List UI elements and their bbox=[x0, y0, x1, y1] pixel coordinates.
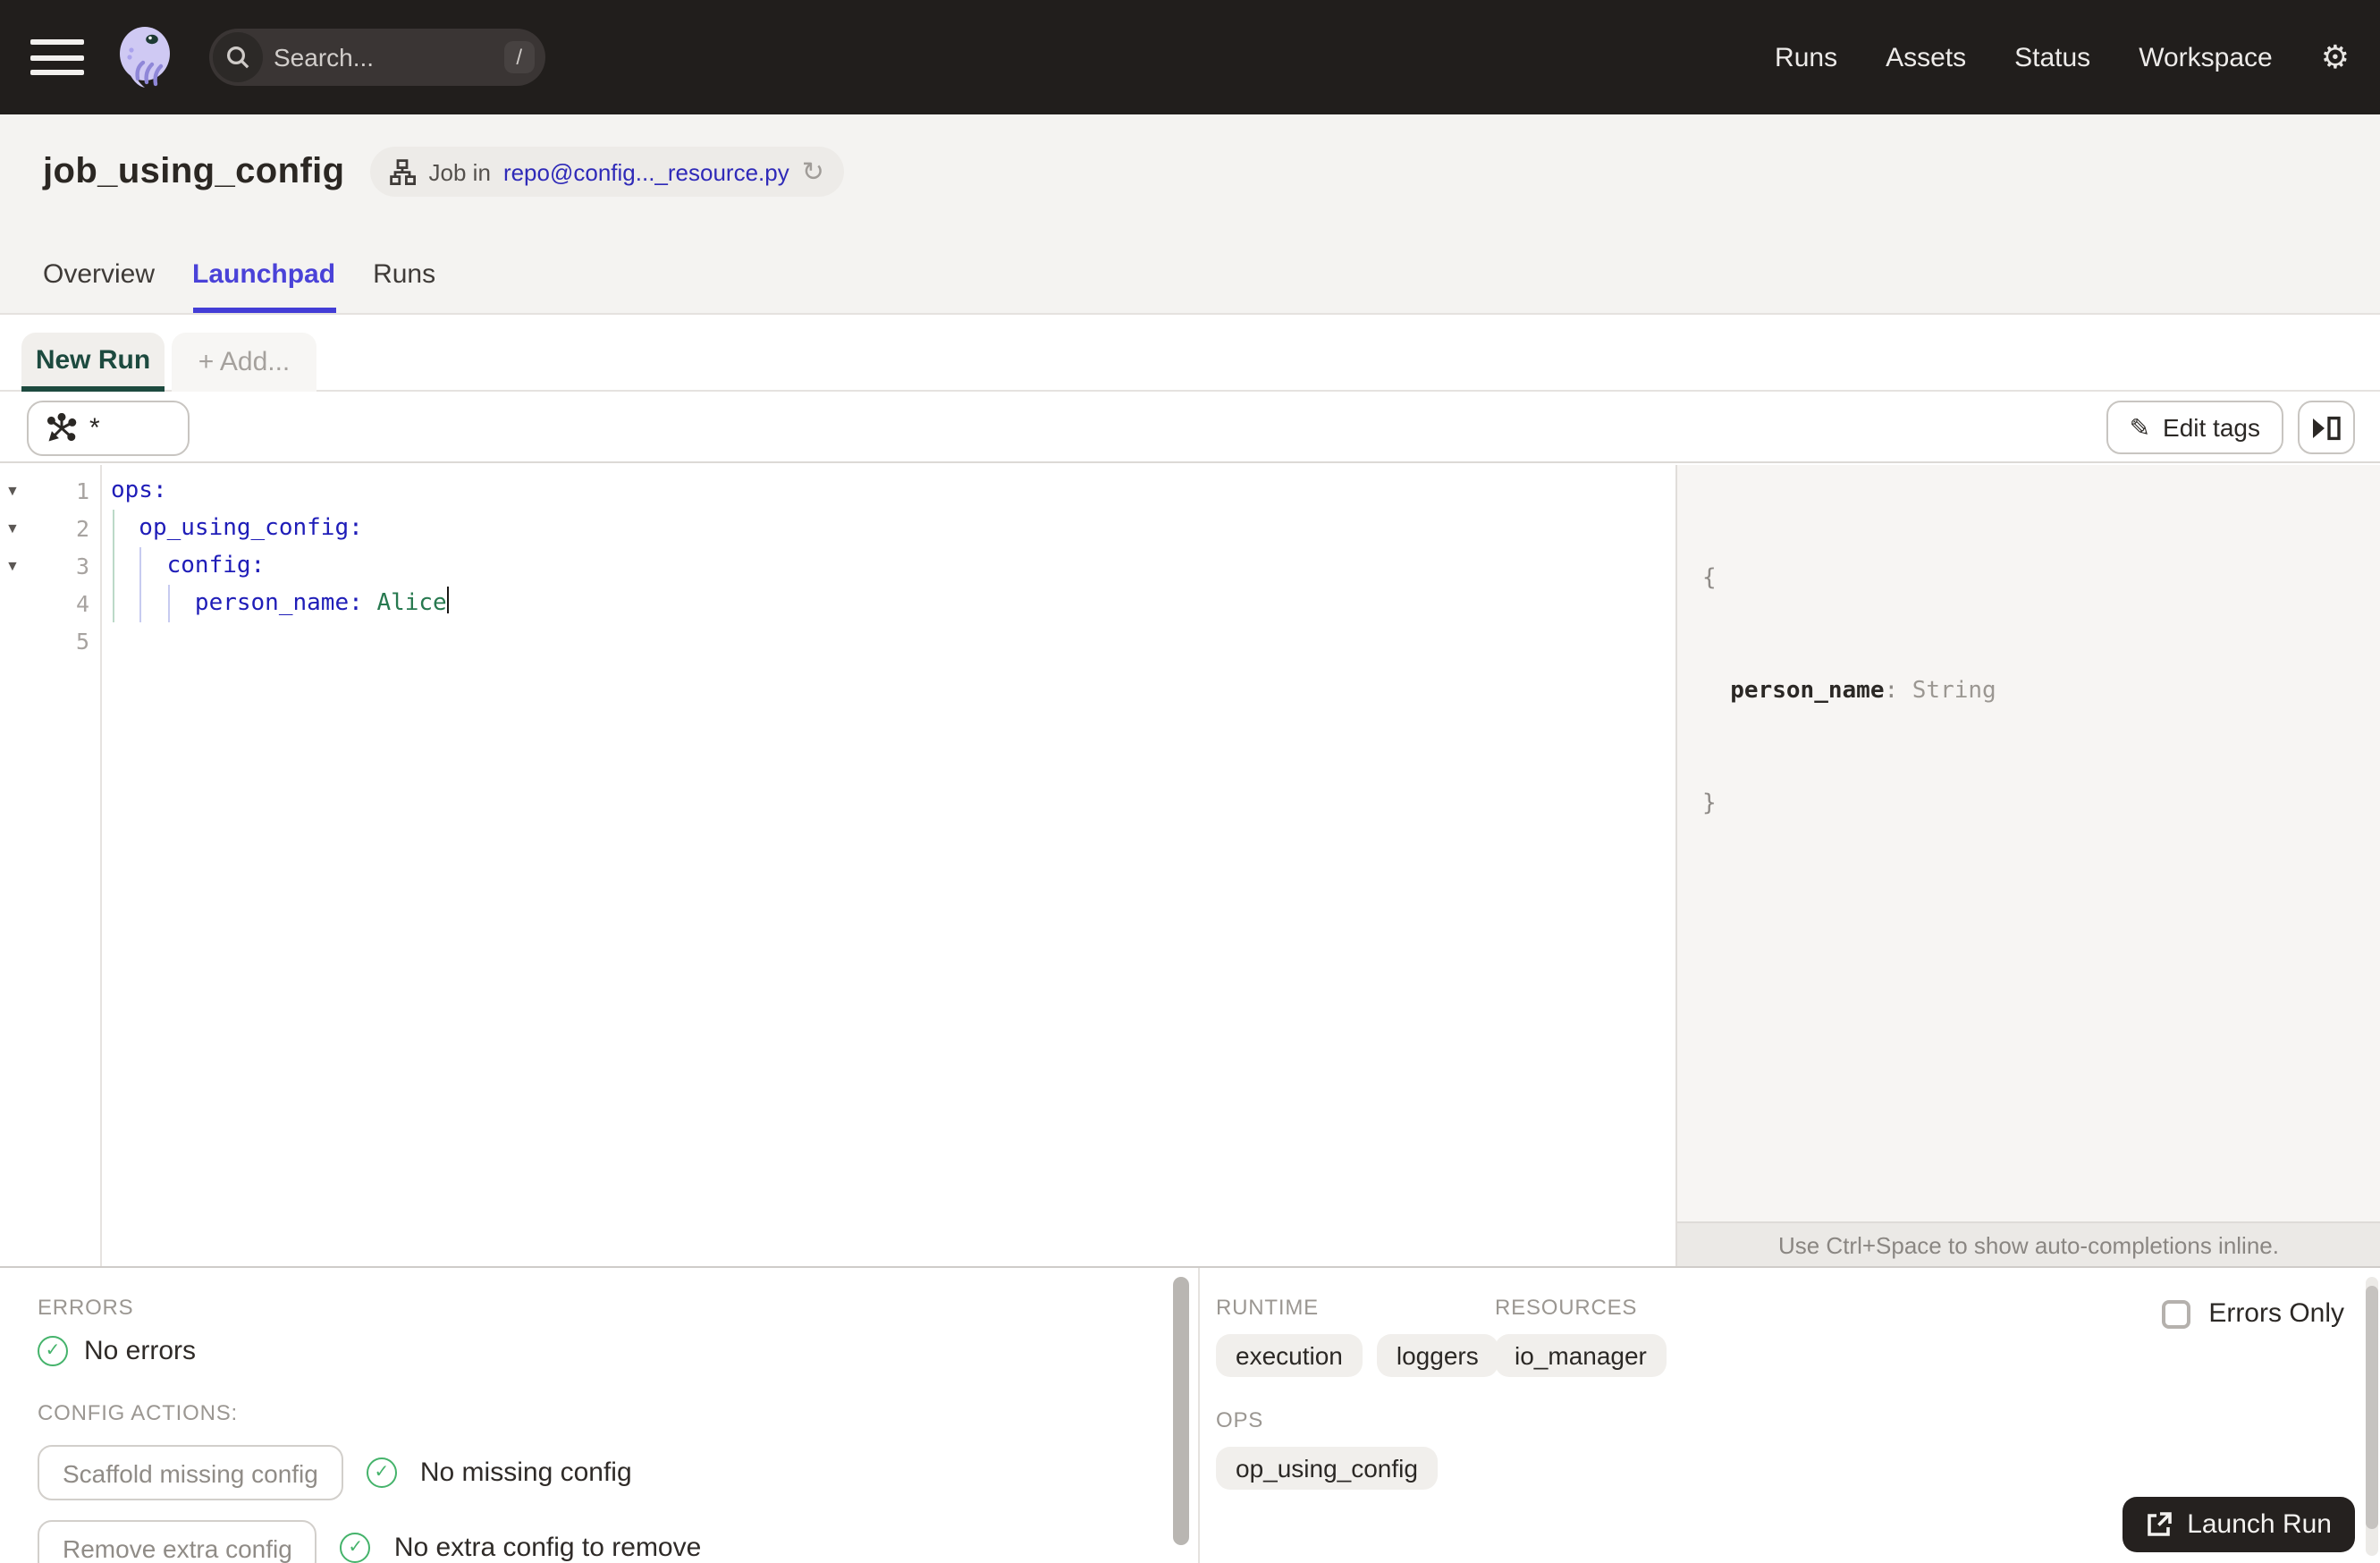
errors-only-checkbox[interactable] bbox=[2162, 1299, 2191, 1328]
errors-panel: ERRORS ✓ No errors CONFIG ACTIONS: Scaff… bbox=[0, 1268, 1169, 1563]
pencil-icon: ✎ bbox=[2129, 413, 2151, 442]
nav-link-assets[interactable]: Assets bbox=[1886, 42, 1966, 72]
ops-section: OPS op_using_config bbox=[1216, 1407, 2380, 1490]
search-icon bbox=[213, 32, 263, 82]
dagster-logo[interactable] bbox=[116, 25, 177, 89]
no-errors-text: No errors bbox=[84, 1336, 197, 1366]
scaffold-missing-config-button[interactable]: Scaffold missing config bbox=[38, 1445, 343, 1500]
scrollbar-thumb[interactable] bbox=[1173, 1277, 1189, 1545]
runtime-tag-execution[interactable]: execution bbox=[1216, 1334, 1363, 1377]
global-search[interactable]: / bbox=[209, 29, 545, 86]
errors-only-control: Errors Only bbox=[2162, 1298, 2344, 1329]
expand-panel-button[interactable] bbox=[2298, 401, 2355, 454]
job-origin-badge: Job in repo@config..._resource.py ↻ bbox=[369, 147, 844, 197]
resources-label: RESOURCES bbox=[1495, 1295, 1638, 1320]
schema-open-brace: { bbox=[1702, 565, 1717, 592]
line-number: 3 bbox=[75, 553, 89, 579]
launch-run-label: Launch Run bbox=[2187, 1509, 2332, 1540]
tab-runs[interactable]: Runs bbox=[373, 259, 435, 313]
editor-line: 5 bbox=[0, 622, 1674, 660]
page-header: job_using_config Job in repo@config..._r… bbox=[0, 114, 2380, 315]
refresh-icon[interactable]: ↻ bbox=[802, 158, 824, 185]
ops-tag-op-using-config[interactable]: op_using_config bbox=[1216, 1447, 1438, 1490]
errors-panel-scrollbar[interactable] bbox=[1171, 1273, 1193, 1559]
editor-line: 2 op_using_config: bbox=[0, 510, 1674, 547]
errors-label: ERRORS bbox=[38, 1295, 134, 1320]
remove-extra-action-row: Remove extra config ✓ No extra config to… bbox=[38, 1520, 1169, 1563]
check-icon: ✓ bbox=[340, 1533, 371, 1563]
config-schema-panel: { person_name: String } Use Ctrl+Space t… bbox=[1675, 465, 2380, 1266]
nav-link-status[interactable]: Status bbox=[2014, 42, 2090, 72]
fold-arrow-icon[interactable] bbox=[5, 472, 27, 510]
op-selector-input[interactable]: * bbox=[27, 400, 190, 455]
editor-line: 3 config: bbox=[0, 547, 1674, 585]
fold-arrow-icon[interactable] bbox=[5, 510, 27, 547]
no-extra-config-text: No extra config to remove bbox=[393, 1533, 702, 1563]
editor-line: 4 person_name: Alice bbox=[0, 585, 1674, 622]
line-number: 5 bbox=[75, 628, 89, 655]
session-tab-add[interactable]: + Add... bbox=[172, 333, 316, 392]
tab-launchpad[interactable]: Launchpad bbox=[192, 259, 336, 313]
gear-icon[interactable]: ⚙ bbox=[2321, 41, 2350, 73]
schema-close-brace: } bbox=[1702, 790, 1717, 817]
fold-arrow-icon[interactable] bbox=[5, 547, 27, 585]
check-icon: ✓ bbox=[366, 1457, 397, 1488]
dagster-launchpad-page: / Runs Assets Status Workspace ⚙ job_usi… bbox=[0, 0, 2380, 1563]
schema-entry: person_name: String bbox=[1730, 678, 1996, 705]
config-actions-label: CONFIG ACTIONS: bbox=[38, 1400, 239, 1425]
line-number: 4 bbox=[75, 590, 89, 617]
workflow-icon bbox=[389, 158, 417, 185]
launch-icon bbox=[2146, 1511, 2173, 1538]
op-selector-value: * bbox=[89, 412, 100, 443]
scrollbar-thumb[interactable] bbox=[2366, 1286, 2378, 1529]
edit-tags-button[interactable]: ✎ Edit tags bbox=[2106, 401, 2283, 454]
remove-extra-config-button[interactable]: Remove extra config bbox=[38, 1520, 317, 1563]
line-number: 2 bbox=[75, 515, 89, 542]
runtime-label: RUNTIME bbox=[1216, 1295, 1319, 1320]
autocomplete-hint: Use Ctrl+Space to show auto-completions … bbox=[1677, 1221, 2380, 1266]
no-missing-config-text: No missing config bbox=[419, 1457, 632, 1488]
resources-tag-io-manager[interactable]: io_manager bbox=[1495, 1334, 1667, 1377]
window-scrollbar[interactable] bbox=[2366, 1277, 2378, 1556]
repo-link[interactable]: repo@config..._resource.py bbox=[503, 158, 789, 185]
nav-links: Runs Assets Status Workspace ⚙ bbox=[1775, 41, 2350, 73]
nav-link-workspace[interactable]: Workspace bbox=[2139, 42, 2273, 72]
ops-label: OPS bbox=[1216, 1407, 1264, 1432]
runtime-tag-loggers[interactable]: loggers bbox=[1376, 1334, 1498, 1377]
text-cursor bbox=[446, 587, 449, 613]
badge-prefix: Job in bbox=[428, 158, 491, 185]
job-tabs: Overview Launchpad Runs bbox=[43, 259, 435, 313]
runtime-section: RUNTIME execution loggers bbox=[1216, 1295, 1498, 1377]
edit-tags-label: Edit tags bbox=[2163, 413, 2260, 442]
page-title: job_using_config bbox=[43, 151, 345, 190]
resources-section: RESOURCES io_manager bbox=[1495, 1295, 1667, 1377]
launchpad-toolbar: * ✎ Edit tags bbox=[0, 393, 2380, 463]
search-shortcut-key: / bbox=[503, 40, 535, 74]
check-icon: ✓ bbox=[38, 1336, 68, 1366]
session-tabs: New Run + Add... bbox=[0, 315, 2380, 392]
op-graph-icon bbox=[46, 412, 77, 443]
nav-link-runs[interactable]: Runs bbox=[1775, 42, 1837, 72]
errors-only-label: Errors Only bbox=[2208, 1298, 2344, 1329]
line-number: 1 bbox=[75, 477, 89, 504]
menu-icon[interactable] bbox=[30, 39, 84, 75]
tab-overview[interactable]: Overview bbox=[43, 259, 155, 313]
config-editor[interactable]: 1 ops: 2 op_using_config: 3 config: 4 pe… bbox=[0, 465, 1674, 1266]
scaffold-action-row: Scaffold missing config ✓ No missing con… bbox=[38, 1445, 1169, 1500]
search-input[interactable] bbox=[263, 43, 504, 72]
session-tab-new-run[interactable]: New Run bbox=[21, 333, 165, 392]
editor-line: 1 ops: bbox=[0, 472, 1674, 510]
launch-run-button[interactable]: Launch Run bbox=[2123, 1497, 2355, 1552]
top-nav: / Runs Assets Status Workspace ⚙ bbox=[0, 0, 2380, 114]
